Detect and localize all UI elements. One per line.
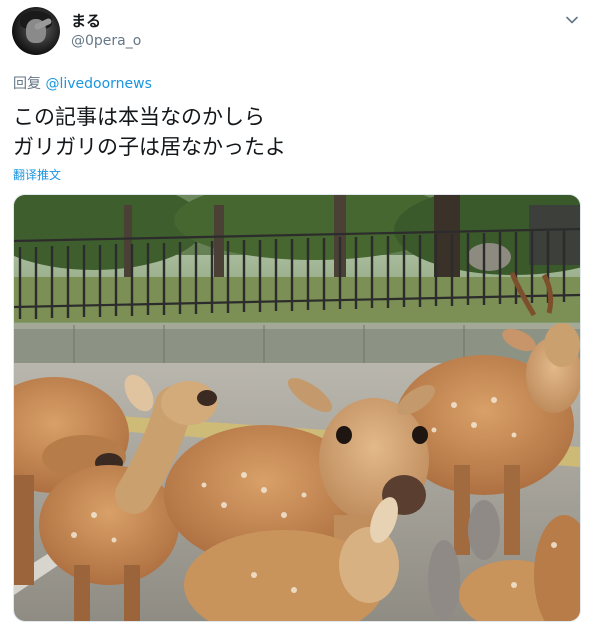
tweet-text-line-1: この記事は本当なのかしら <box>13 105 265 129</box>
tweet-text: この記事は本当なのかしら ガリガリの子は居なかったよ <box>13 102 286 162</box>
display-name[interactable]: まる <box>71 10 101 31</box>
deer-photo-illustration <box>14 195 580 621</box>
tweet-photo[interactable] <box>13 194 581 622</box>
translate-tweet-link[interactable]: 翻译推文 <box>13 166 61 183</box>
reply-prefix: 回复 <box>13 76 41 92</box>
reply-mention-link[interactable]: @livedoornews <box>45 76 151 92</box>
tweet-text-line-2: ガリガリの子は居なかったよ <box>13 135 286 159</box>
avatar[interactable] <box>12 7 60 55</box>
user-handle[interactable]: @0pera_o <box>71 33 141 49</box>
reply-context: 回复 @livedoornews <box>13 73 152 93</box>
chevron-down-icon[interactable] <box>564 12 580 28</box>
tweet-card: まる @0pera_o 回复 @livedoornews この記事は本当なのかし… <box>0 0 592 631</box>
